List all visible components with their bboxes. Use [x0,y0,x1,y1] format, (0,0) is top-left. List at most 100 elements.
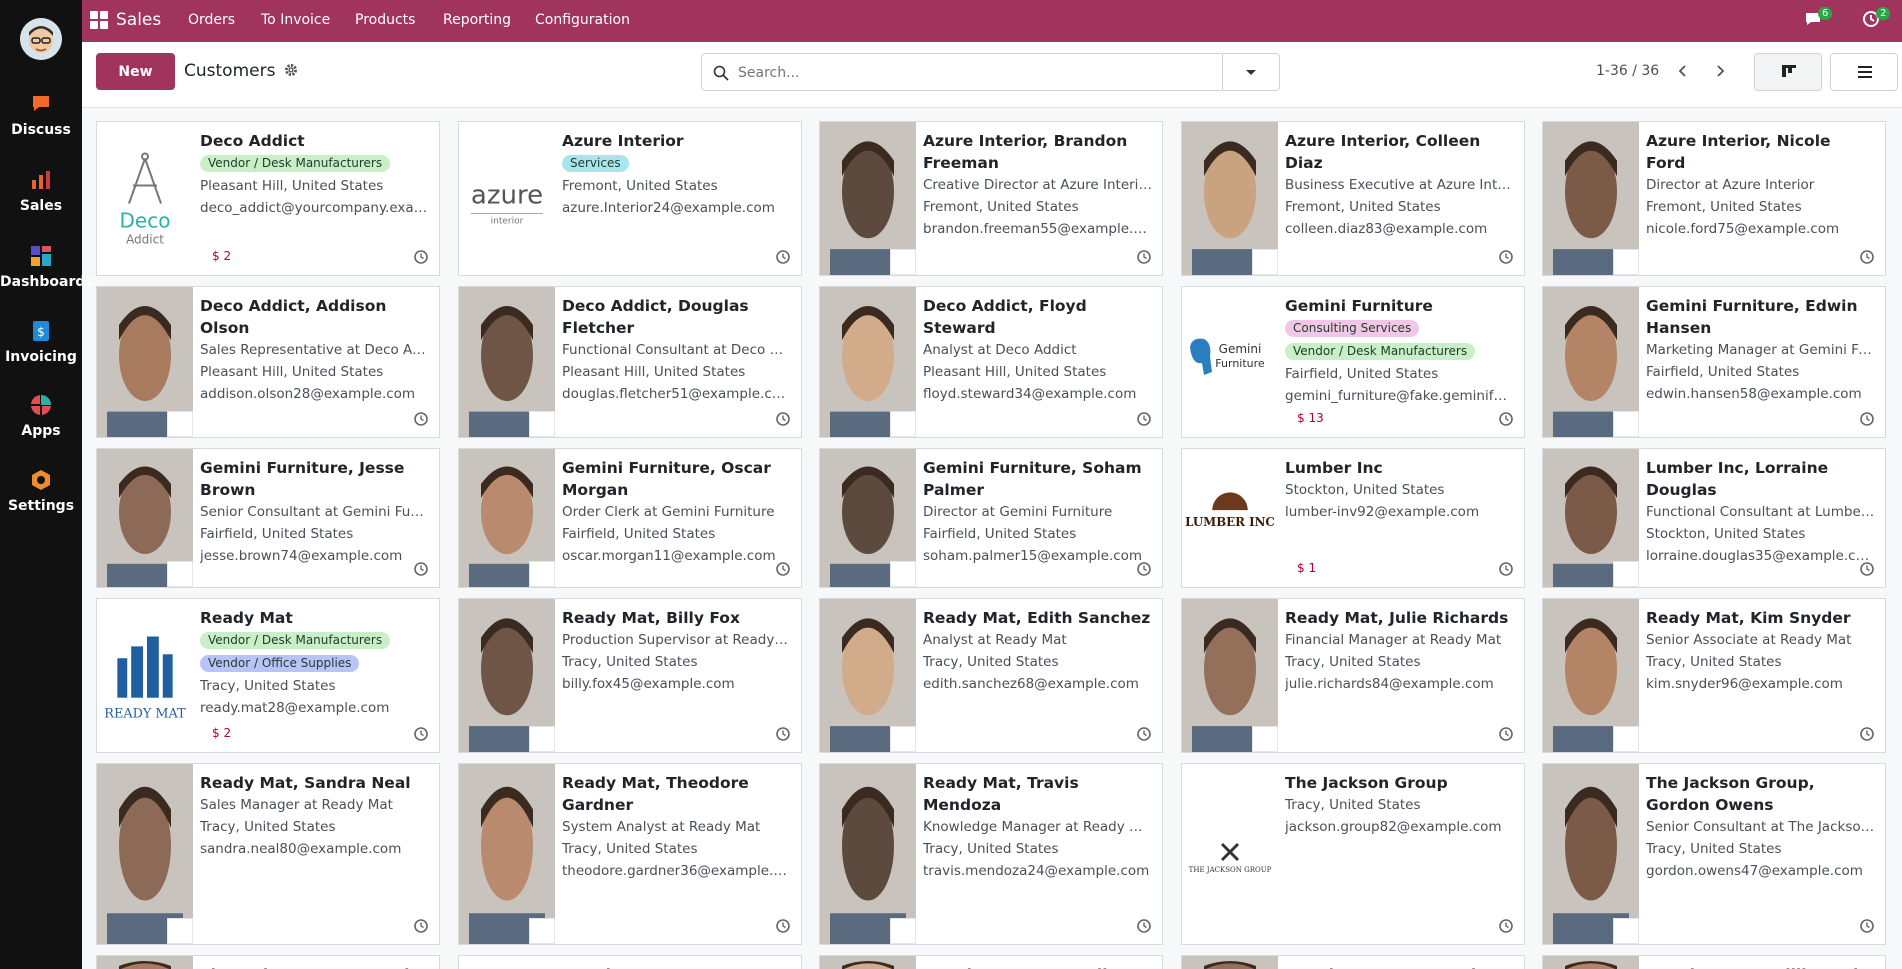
svg-text:READY MAT: READY MAT [104,706,186,721]
customer-card[interactable]: The Jackson Group, Toni [96,955,440,969]
pager-value[interactable]: 1-36 / 36 [1596,63,1659,79]
app-grid-icon[interactable] [90,11,108,29]
customer-card[interactable]: Wood Corner, Willie Burke [1542,955,1886,969]
customer-card[interactable]: Gemini Furniture Gemini Furniture Consultin… [1181,286,1525,438]
activity-clock-icon[interactable] [413,411,429,427]
activity-clock-icon[interactable] [1136,411,1152,427]
customer-card[interactable]: Ready Mat, Kim Snyder Senior Associate at… [1542,598,1886,753]
list-view-button[interactable] [1830,53,1898,91]
customer-card[interactable]: azure interior Azure Interior Services Fremo… [458,121,802,276]
activity-clock-icon[interactable] [413,561,429,577]
card-body: Gemini Furniture, Oscar Morgan Order Cler… [562,457,791,567]
new-button[interactable]: New [96,53,175,90]
customer-card[interactable]: READY MAT Ready Mat Vendor / Desk Manufact… [96,598,440,753]
sidebar-item-sales[interactable]: Sales [0,168,82,232]
customer-card[interactable]: Wood Corner [458,955,802,969]
app-brand[interactable]: Sales [116,10,161,30]
customer-card[interactable]: Gemini Furniture, Soham Palmer Director a… [819,448,1163,588]
customer-card[interactable]: Ready Mat, Billy Fox Production Superviso… [458,598,802,753]
activity-clock-icon[interactable] [1136,726,1152,742]
customer-card[interactable]: Ready Mat, Travis Mendoza Knowledge Manag… [819,763,1163,945]
activity-clock-icon[interactable] [1136,249,1152,265]
card-body: Azure Interior Services Fremont, United St… [562,130,791,219]
kanban-view-icon [1782,65,1796,77]
customer-card[interactable]: Deco Addict Deco Addict Vendor / Desk Manuf… [96,121,440,276]
activity-clock-icon[interactable] [1859,726,1875,742]
card-detail-line: travis.mendoza24@example.com [923,863,1150,879]
card-detail-line: Senior Associate at Ready Mat [1646,632,1852,648]
customer-card[interactable]: Lumber Inc, Lorraine Douglas Functional C… [1542,448,1886,588]
customer-card[interactable]: Ready Mat, Sandra Neal Sales Manager at R… [96,763,440,945]
activities-button[interactable]: 2 [1862,7,1891,32]
kanban-view-button[interactable] [1754,53,1822,91]
menu-reporting[interactable]: Reporting [443,12,511,28]
search-box[interactable] [701,53,1223,91]
customer-card[interactable]: LUMBER INC Lumber Inc Stockton, United Sta… [1181,448,1525,588]
activity-clock-icon[interactable] [775,249,791,265]
activity-clock-icon[interactable] [1859,561,1875,577]
menu-to-invoice[interactable]: To Invoice [261,12,330,28]
customer-card[interactable]: Azure Interior, Colleen Diaz Business Exe… [1181,121,1525,276]
search-input[interactable] [738,63,1198,83]
card-detail-line: Marketing Manager at Gemini Furniture [1646,342,1875,358]
customer-card[interactable]: Deco Addict, Floyd Steward Analyst at Dec… [819,286,1163,438]
card-body: Deco Addict Vendor / Desk Manufacturers Pl… [200,130,429,219]
customer-card[interactable]: Ready Mat, Theodore Gardner System Analys… [458,763,802,945]
activity-clock-icon[interactable] [775,561,791,577]
customer-card[interactable]: Ready Mat, Edith Sanchez Analyst at Ready… [819,598,1163,753]
activity-clock-icon[interactable] [775,726,791,742]
card-body: Lumber Inc Stockton, United States lumber-… [1285,457,1514,523]
customer-name: Azure Interior, Nicole Ford [1646,132,1831,172]
activity-clock-icon[interactable] [413,726,429,742]
sales-icon [32,171,50,189]
activity-clock-icon[interactable] [1859,249,1875,265]
activity-clock-icon[interactable] [1498,411,1514,427]
previous-page-icon[interactable] [1674,62,1692,80]
customer-card[interactable]: THE JACKSON GROUP The Jackson Group Tracy,… [1181,763,1525,945]
sidebar-item-dashboards[interactable]: Dashboards [0,244,94,308]
activity-clock-icon[interactable] [1498,918,1514,934]
svg-text:THE JACKSON GROUP: THE JACKSON GROUP [1189,866,1272,874]
customer-card[interactable]: Deco Addict, Douglas Fletcher Functional … [458,286,802,438]
card-detail-line: Fairfield, United States [562,526,716,542]
activity-clock-icon[interactable] [1136,561,1152,577]
activity-clock-icon[interactable] [1498,561,1514,577]
search-options-toggle[interactable] [1223,53,1280,91]
activity-clock-icon[interactable] [775,918,791,934]
activity-clock-icon[interactable] [1136,918,1152,934]
menu-products[interactable]: Products [355,12,415,28]
user-avatar[interactable] [20,18,62,60]
customer-card[interactable]: Wood Corner, Tom Ruiz [1181,955,1525,969]
card-image: azure interior [459,122,555,275]
next-page-icon[interactable] [1711,62,1729,80]
sidebar-item-invoicing[interactable]: $ Invoicing [0,319,82,383]
sidebar-item-settings[interactable]: Settings [0,468,82,532]
caret-down-icon [1246,70,1256,75]
customer-card[interactable]: Deco Addict, Addison Olson Sales Represen… [96,286,440,438]
customer-card[interactable]: Gemini Furniture, Oscar Morgan Order Cler… [458,448,802,588]
sidebar-item-discuss[interactable]: Discuss [0,92,82,156]
card-detail-line: Tracy, United States [1285,797,1421,813]
activity-clock-icon[interactable] [413,249,429,265]
activity-clock-icon[interactable] [1498,249,1514,265]
activity-clock-icon[interactable] [413,918,429,934]
gear-icon[interactable] [284,63,298,77]
customer-card[interactable]: Gemini Furniture, Jesse Brown Senior Cons… [96,448,440,588]
customer-card[interactable]: Azure Interior, Nicole Ford Director at A… [1542,121,1886,276]
company-mini-logo [1252,249,1278,275]
card-detail-line: gordon.owens47@example.com [1646,863,1863,879]
activity-clock-icon[interactable] [1859,411,1875,427]
activity-clock-icon[interactable] [1498,726,1514,742]
customer-card[interactable]: Azure Interior, Brandon Freeman Creative … [819,121,1163,276]
sidebar-item-apps[interactable]: Apps [0,393,82,457]
activity-clock-icon[interactable] [1859,918,1875,934]
customer-card[interactable]: Ready Mat, Julie Richards Financial Manag… [1181,598,1525,753]
card-detail-line: Business Executive at Azure Interior [1285,177,1514,193]
menu-orders[interactable]: Orders [188,12,235,28]
customer-card[interactable]: The Jackson Group, Gordon Owens Senior Co… [1542,763,1886,945]
activity-clock-icon[interactable] [775,411,791,427]
customer-card[interactable]: Gemini Furniture, Edwin Hansen Marketing … [1542,286,1886,438]
messages-button[interactable]: 6 [1804,7,1833,32]
menu-configuration[interactable]: Configuration [535,12,630,28]
customer-card[interactable]: Wood Corner, Ron Gibson [819,955,1163,969]
